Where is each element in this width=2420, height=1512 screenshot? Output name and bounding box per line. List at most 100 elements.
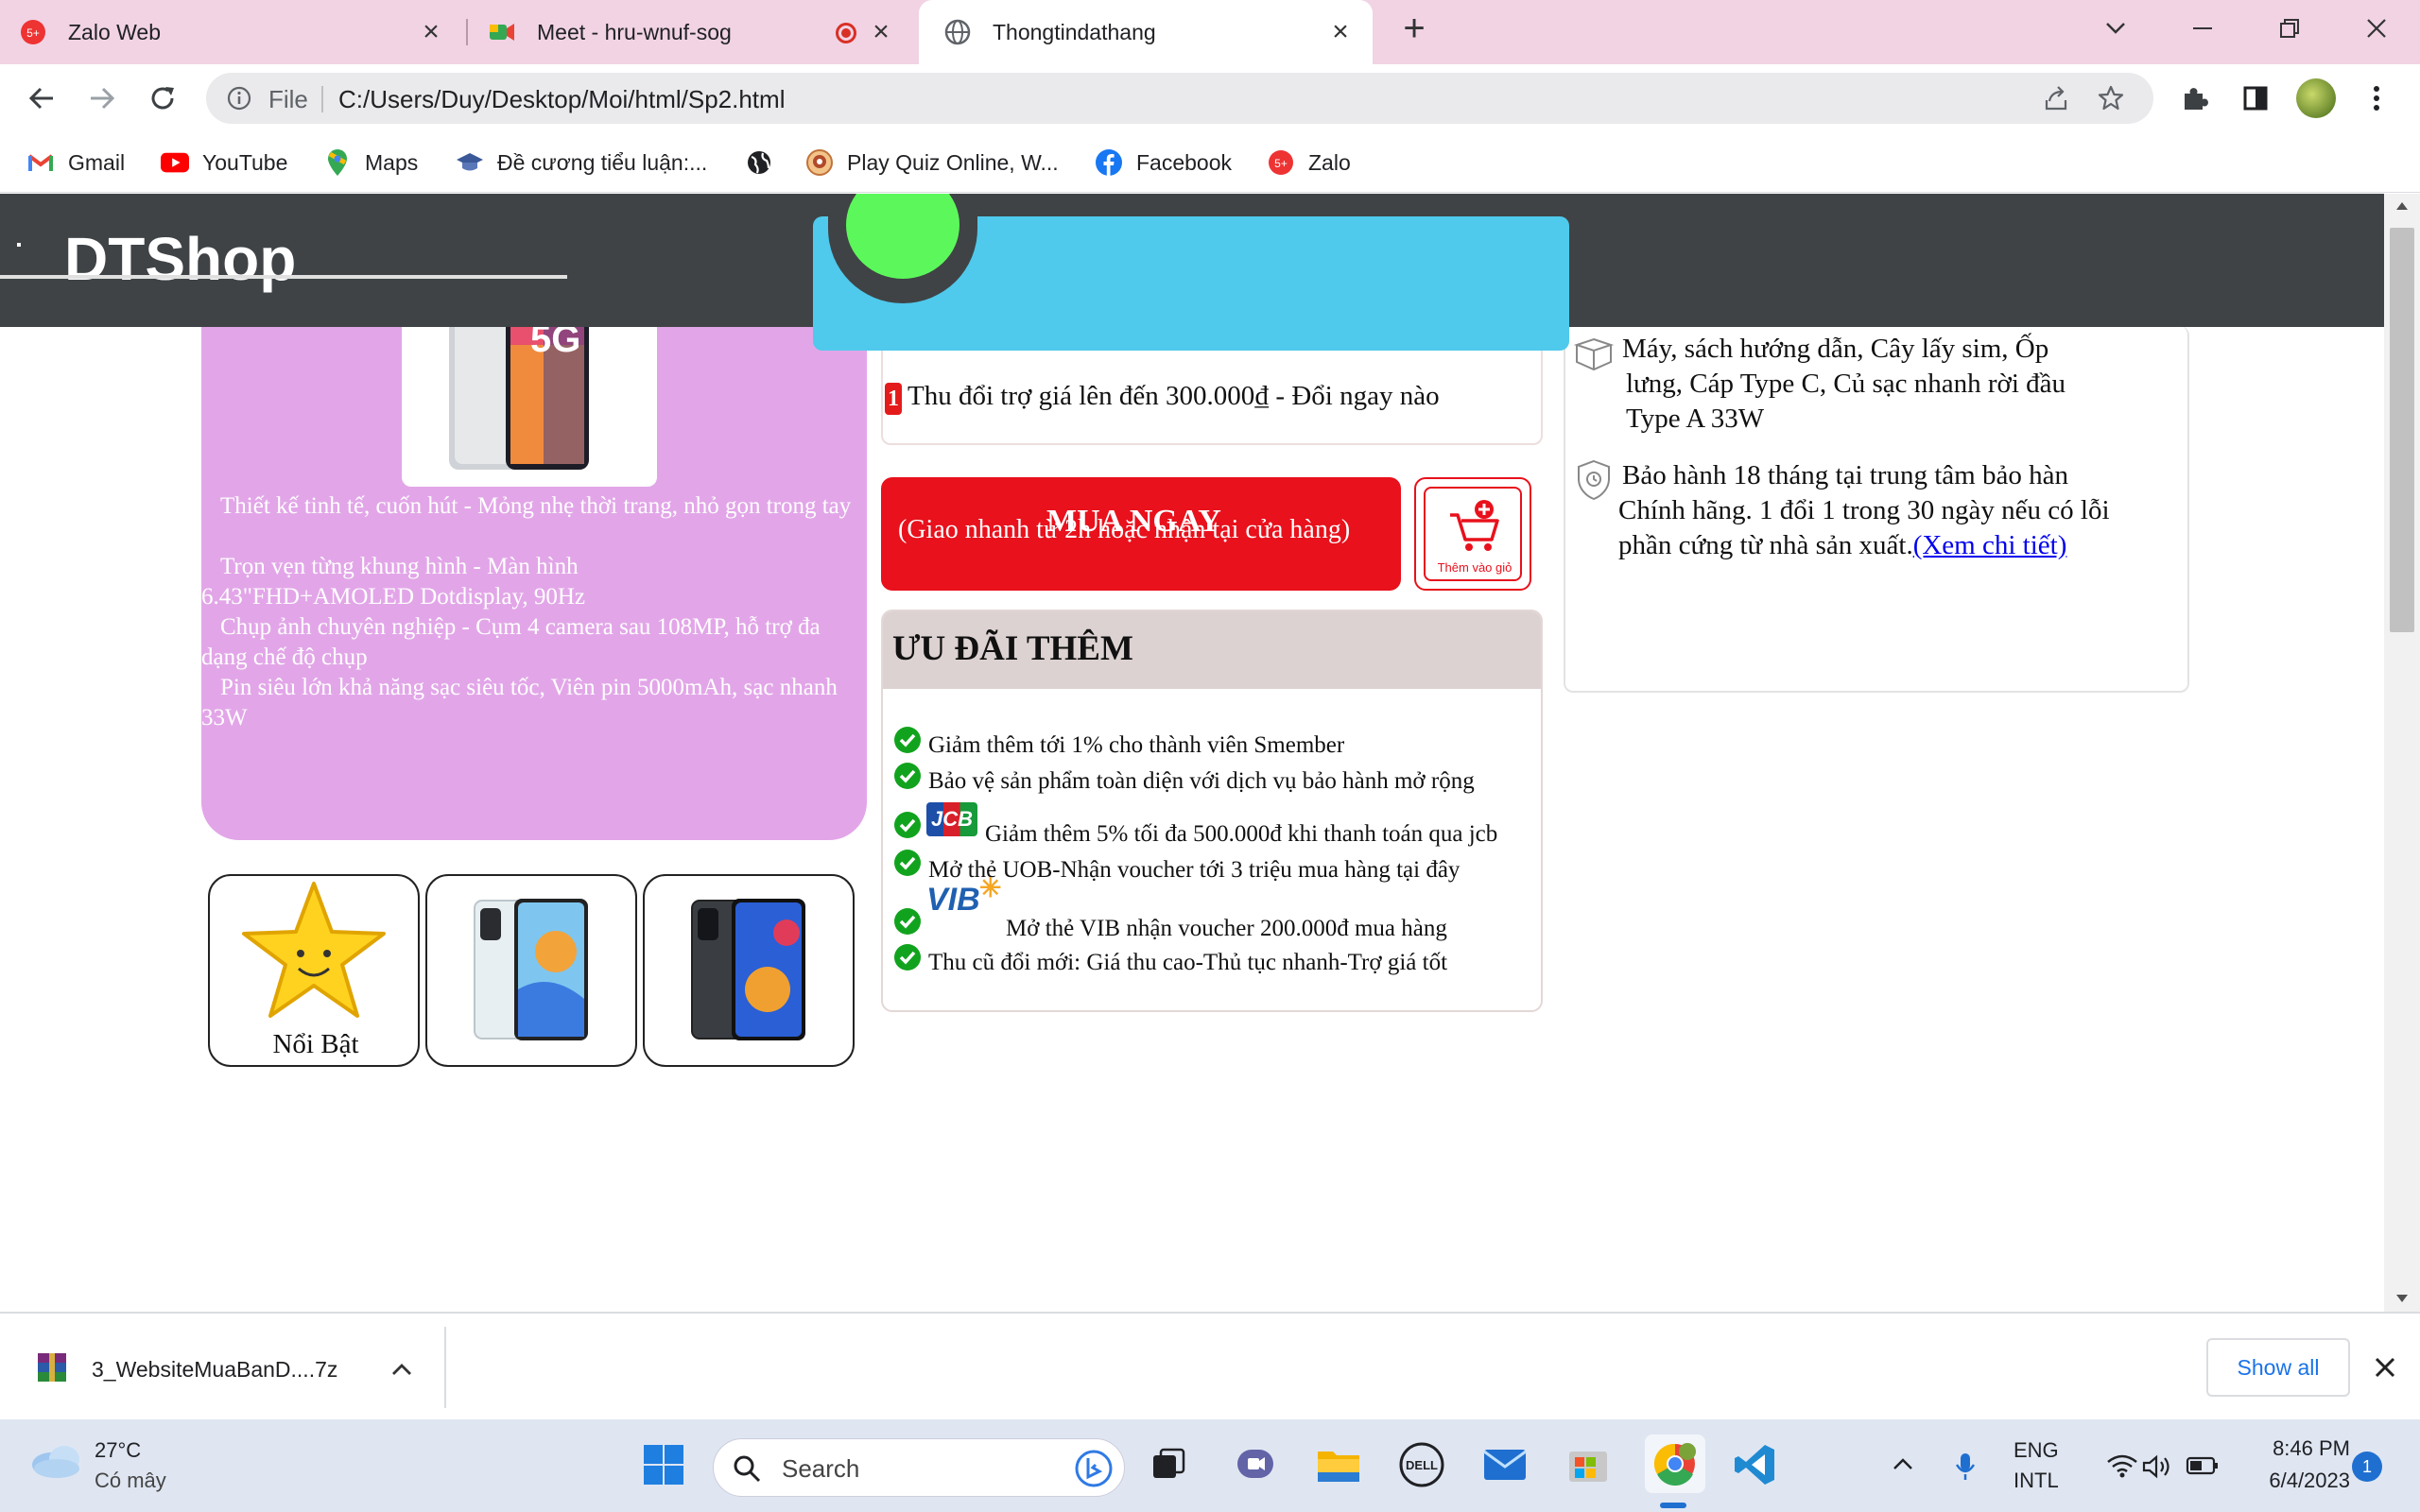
address-bar[interactable]: File C:/Users/Duy/Desktop/Moi/html/Sp2.h… [206, 73, 2153, 124]
minimize-button[interactable] [2178, 9, 2227, 47]
bookmark-globe[interactable] [745, 146, 786, 180]
offer-item[interactable]: Giảm thêm 5% tối đa 500.000đ khi thanh t… [985, 821, 1497, 848]
profile-avatar[interactable] [2295, 77, 2337, 119]
weather-temp: 27°C [95, 1438, 142, 1462]
add-to-cart-button[interactable]: Thêm vào giỏ [1414, 477, 1531, 591]
offer-item[interactable]: Giảm thêm tới 1% cho thành viên Smember [928, 732, 1344, 759]
microphone-icon[interactable] [1955, 1452, 1976, 1482]
green-circle-avatar[interactable] [846, 194, 959, 279]
zalo-icon: 5+ [19, 18, 47, 46]
notification-badge[interactable]: 1 [2352, 1452, 2382, 1482]
taskbar-search-box[interactable]: Search [713, 1438, 1125, 1497]
bookmark-maps[interactable]: Maps [323, 146, 418, 180]
input-layout[interactable]: INTL [2014, 1469, 2059, 1493]
tab-search-chevron-icon[interactable] [2091, 9, 2140, 47]
chrome-taskbar-icon[interactable] [1645, 1435, 1705, 1493]
download-bar: 3_WebsiteMuaBanD....7z Show all [0, 1312, 2420, 1419]
clock-date[interactable]: 6/4/2023 [2240, 1469, 2350, 1493]
task-view-icon[interactable] [1144, 1440, 1193, 1489]
tab-meet[interactable]: Meet - hru-wnuf-sog × [488, 0, 913, 64]
close-icon[interactable]: × [1325, 16, 1356, 47]
bookmark-gmail[interactable]: Gmail [26, 146, 125, 180]
extensions-icon[interactable] [2174, 77, 2216, 119]
restore-button[interactable] [2265, 9, 2314, 47]
vib-logo: VIB [926, 882, 980, 918]
warranty-details-link[interactable]: (Xem chi tiết) [1913, 530, 2067, 560]
cloud-icon [32, 1446, 79, 1478]
warranty-line: Bảo hành 18 tháng tại trung tâm bảo hàn [1622, 460, 2068, 490]
download-divider [444, 1327, 446, 1408]
check-icon [894, 812, 921, 838]
offer-item[interactable]: Mở thẻ UOB-Nhận voucher tới 3 triệu mua … [928, 857, 1460, 884]
mail-icon[interactable] [1480, 1440, 1530, 1489]
vscode-icon[interactable] [1730, 1440, 1779, 1489]
volume-icon[interactable] [2142, 1453, 2172, 1480]
cart-inner: Thêm vào giỏ [1424, 487, 1522, 581]
clock-time[interactable]: 8:46 PM [2256, 1436, 2350, 1461]
star-icon [242, 882, 386, 1018]
reload-button[interactable] [142, 77, 183, 119]
close-icon[interactable] [2375, 1357, 2395, 1378]
dell-icon[interactable]: DELL [1397, 1440, 1446, 1489]
promo-badge: 1 [885, 383, 902, 415]
tray-chevron-up-icon[interactable] [1893, 1457, 1913, 1470]
share-icon[interactable] [2042, 84, 2070, 112]
check-icon [894, 727, 921, 753]
weather-widget[interactable] [28, 1436, 85, 1484]
battery-icon[interactable] [2186, 1455, 2220, 1476]
close-icon[interactable]: × [416, 16, 446, 47]
side-panel-icon[interactable] [2235, 77, 2276, 119]
offer-item[interactable]: Bảo vệ sản phẩm toàn diện với dịch vụ bả… [928, 768, 1475, 795]
offer-item[interactable]: Thu cũ đổi mới: Giá thu cao-Thủ tục nhan… [928, 950, 1447, 976]
tab-zalo-web[interactable]: 5+ Zalo Web × [19, 0, 463, 64]
scrollbar-thumb[interactable] [2390, 228, 2414, 632]
feature-line: Chụp ảnh chuyên nghiệp - Cụm 4 camera sa… [201, 614, 821, 670]
teams-chat-icon[interactable] [1231, 1440, 1280, 1489]
file-explorer-icon[interactable] [1314, 1440, 1363, 1489]
scroll-up-arrow-icon[interactable] [2395, 201, 2409, 211]
page-scrollbar[interactable] [2384, 194, 2420, 1312]
windows-start-icon[interactable] [639, 1440, 688, 1489]
tab-thongtindathang[interactable]: Thongtindathang × [919, 0, 1373, 64]
site-logo[interactable]: DTShop [64, 224, 296, 294]
active-app-indicator [1660, 1503, 1686, 1508]
wifi-icon[interactable] [2106, 1453, 2138, 1478]
show-all-button[interactable]: Show all [2206, 1338, 2350, 1397]
thumbnail-phone-white[interactable] [425, 874, 637, 1067]
thumbnail-noi-bat[interactable]: Nổi Bật [208, 874, 420, 1067]
input-language[interactable]: ENG [2014, 1438, 2059, 1463]
offer-item[interactable]: Mở thẻ VIB nhận voucher 200.000đ mua hàn… [1006, 916, 1447, 942]
bookmark-facebook[interactable]: Facebook [1095, 146, 1232, 180]
back-button[interactable] [21, 77, 62, 119]
tab-divider [466, 19, 468, 45]
thumbnail-label: Nổi Bật [272, 1029, 359, 1059]
bookmark-quiz[interactable]: Play Quiz Online, W... [805, 146, 1059, 180]
url-text[interactable]: C:/Users/Duy/Desktop/Moi/html/Sp2.html [338, 85, 785, 114]
app-store-icon[interactable] [1564, 1440, 1613, 1489]
box-contents-line: Type A 33W [1626, 404, 1765, 434]
buy-now-button[interactable]: (Giao nhanh từ 2h hoặc nhận tại cửa hàng… [881, 477, 1401, 591]
bing-icon [1075, 1450, 1113, 1487]
promo-text: Thu đổi trợ giá lên đến 300.000₫ - Đổi n… [908, 381, 1440, 411]
thumbnail-phone-black[interactable] [643, 874, 855, 1067]
close-window-button[interactable] [2352, 9, 2401, 47]
recording-icon [836, 23, 856, 43]
download-filename[interactable]: 3_WebsiteMuaBanD....7z [92, 1357, 337, 1383]
bookmark-label: Zalo [1308, 149, 1351, 175]
cart-plus-icon [1450, 500, 1499, 551]
facebook-icon [1095, 148, 1123, 177]
scroll-down-arrow-icon[interactable] [2395, 1294, 2409, 1303]
bookmark-star-icon[interactable] [2097, 84, 2125, 112]
bookmark-zalo[interactable]: 5+ Zalo [1267, 146, 1351, 180]
bookmark-de-cuong[interactable]: Đề cương tiểu luận:... [456, 146, 707, 180]
header-dot [17, 243, 21, 247]
menu-kebab-icon[interactable] [2356, 77, 2397, 119]
close-icon[interactable]: × [866, 16, 896, 47]
new-tab-button[interactable]: + [1390, 8, 1439, 49]
forward-button[interactable] [81, 77, 123, 119]
warranty-line: Chính hãng. 1 đổi 1 trong 30 ngày nếu có… [1618, 495, 2110, 525]
info-icon[interactable] [227, 86, 251, 111]
chevron-up-icon[interactable] [391, 1363, 412, 1376]
globe-icon [745, 148, 773, 177]
bookmark-youtube[interactable]: YouTube [161, 146, 287, 180]
